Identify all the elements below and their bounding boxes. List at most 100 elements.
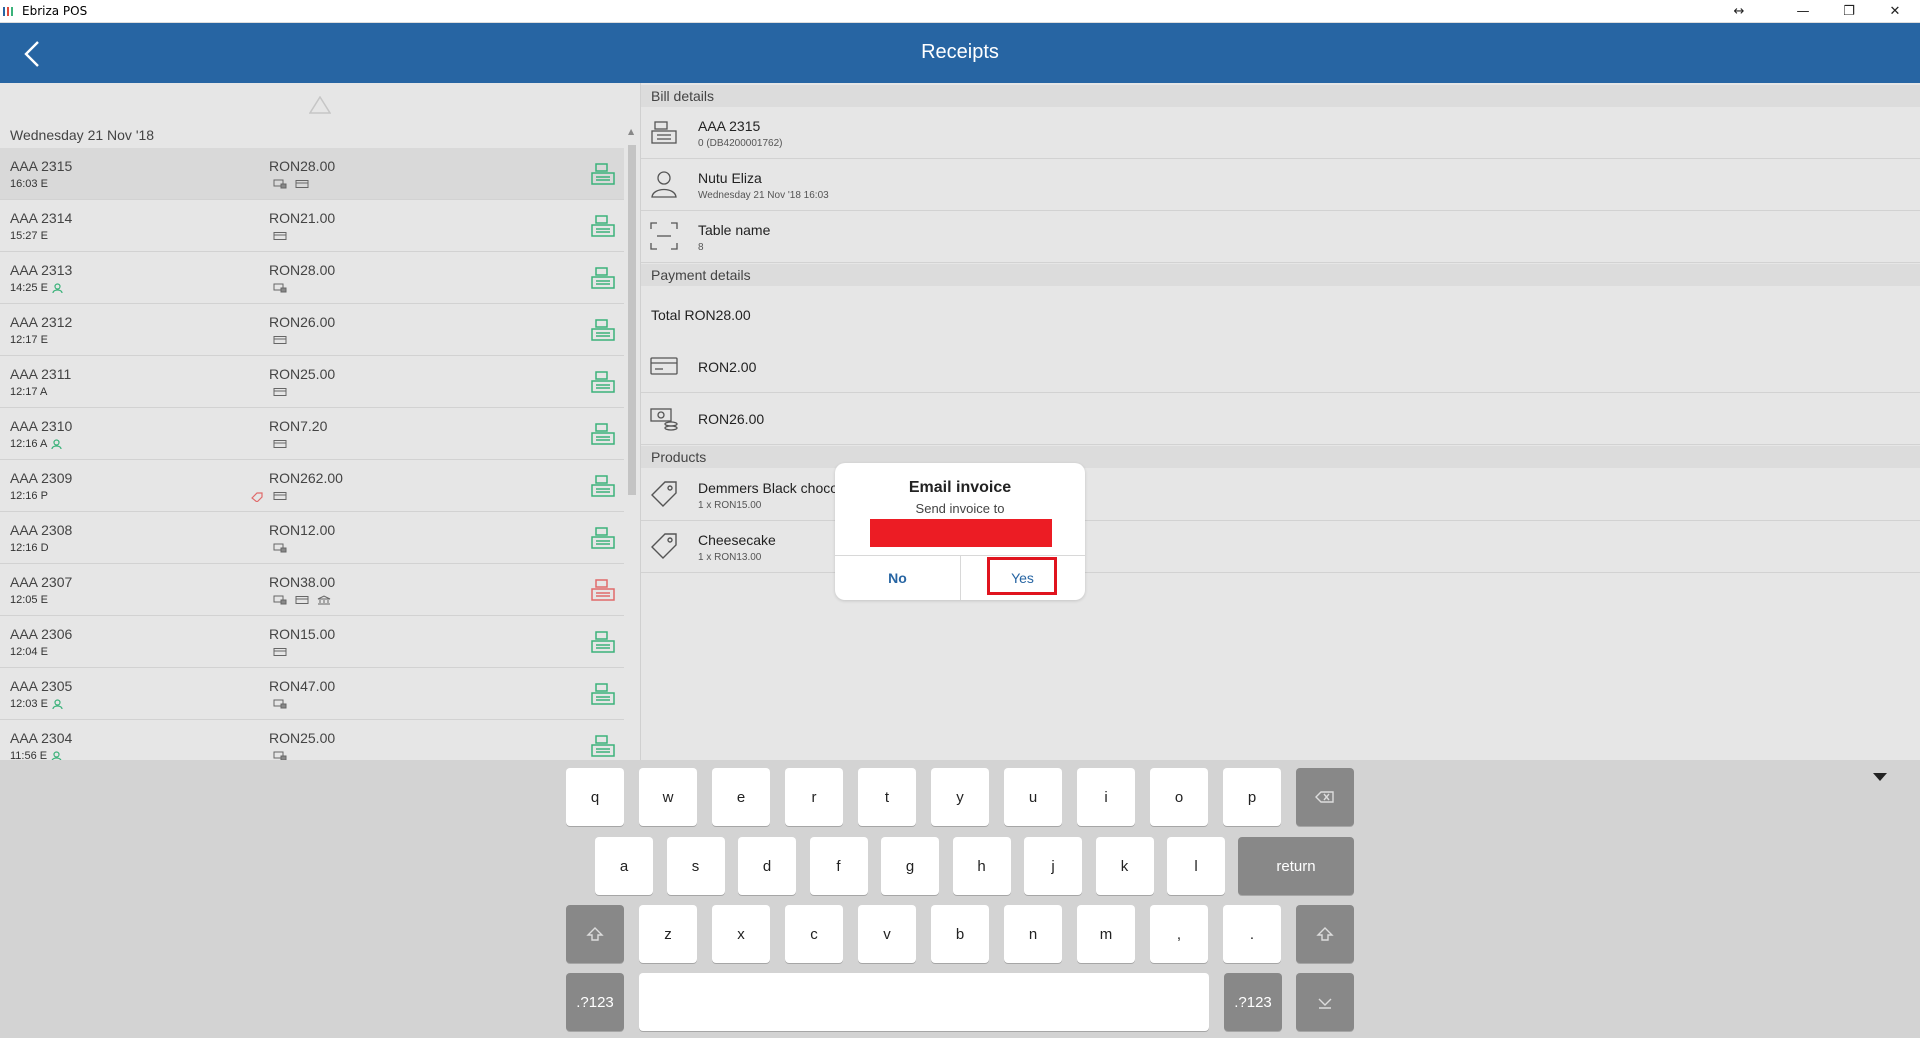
- key-y[interactable]: y: [931, 768, 989, 826]
- key-k[interactable]: k: [1095, 837, 1154, 895]
- receipt-row[interactable]: AAA 2313 14:25 E RON28.00: [0, 252, 624, 304]
- key-r[interactable]: r: [785, 768, 843, 826]
- receipt-time: 12:04 E: [10, 646, 48, 658]
- receipt-row[interactable]: AAA 2312 12:17 E RON26.00: [0, 304, 624, 356]
- key-n[interactable]: n: [1004, 905, 1062, 963]
- app-header: Receipts: [0, 23, 1920, 83]
- restore-button[interactable]: ❐: [1826, 0, 1872, 22]
- dialog-subtitle: Send invoice to: [915, 501, 1005, 516]
- numeric-key-left[interactable]: .?123: [566, 973, 624, 1031]
- key-a[interactable]: a: [595, 837, 653, 895]
- product-row[interactable]: Cheesecake 1 x RON13.00: [641, 521, 1920, 573]
- payment-cash-amount: RON26.00: [698, 411, 765, 427]
- key-e[interactable]: e: [712, 768, 770, 826]
- app-title: Ebriza POS: [22, 4, 88, 18]
- minimize-button[interactable]: —: [1780, 0, 1826, 22]
- receipt-amount: RON262.00: [269, 470, 343, 486]
- receipt-amount: RON25.00: [269, 730, 336, 746]
- key-i[interactable]: i: [1077, 768, 1135, 826]
- hide-keyboard-key[interactable]: [1296, 973, 1354, 1031]
- space-key[interactable]: [639, 973, 1209, 1031]
- cash-register-status-icon: [591, 683, 615, 705]
- key-w[interactable]: w: [639, 768, 697, 826]
- key-m[interactable]: m: [1077, 905, 1135, 963]
- key-x[interactable]: x: [712, 905, 770, 963]
- receipt-row[interactable]: AAA 2305 12:03 E RON47.00: [0, 668, 624, 720]
- receipt-time: 11:56 E: [10, 750, 62, 760]
- receipt-row[interactable]: AAA 2311 12:17 A RON25.00: [0, 356, 624, 408]
- receipt-number: AAA 2309: [10, 470, 73, 486]
- receipt-number: AAA 2307: [10, 574, 73, 590]
- shift-key-left[interactable]: [566, 905, 624, 963]
- product-row[interactable]: Demmers Black chocolate 1 x RON15.00: [641, 469, 1920, 521]
- receipt-row[interactable]: AAA 2304 11:56 E RON25.00: [0, 720, 624, 760]
- page-title: Receipts: [921, 41, 999, 63]
- receipt-number: AAA 2305: [10, 678, 73, 694]
- cash-register-status-icon: [591, 163, 615, 185]
- key-f[interactable]: f: [809, 837, 868, 895]
- list-scrollbar[interactable]: ▲: [624, 123, 640, 760]
- scroll-up-icon[interactable]: [309, 96, 331, 114]
- cash-register-status-icon: [591, 735, 615, 757]
- key-b[interactable]: b: [931, 905, 989, 963]
- receipt-row[interactable]: AAA 2307 12:05 E RON38.00: [0, 564, 624, 616]
- receipt-amount: RON12.00: [269, 522, 336, 538]
- key-g[interactable]: g: [881, 837, 939, 895]
- waiter-icon: [52, 698, 63, 709]
- cash-icon: [273, 179, 287, 189]
- key-comma[interactable]: ,: [1150, 905, 1208, 963]
- receipt-row[interactable]: AAA 2306 12:04 E RON15.00: [0, 616, 624, 668]
- bill-number-row: AAA 2315 0 (DB4200001762): [641, 107, 1920, 159]
- bank-icon: [317, 595, 331, 605]
- key-c[interactable]: c: [785, 905, 843, 963]
- key-l[interactable]: l: [1167, 837, 1225, 895]
- scroll-arrow-up-icon[interactable]: ▲: [628, 127, 634, 136]
- user-icon: [651, 171, 677, 198]
- date-group-label: Wednesday 21 Nov '18: [10, 127, 155, 143]
- return-key[interactable]: return: [1238, 837, 1354, 895]
- payment-method-icons: [273, 699, 287, 709]
- card-icon: [273, 440, 287, 448]
- discount-tag-icon: [251, 492, 263, 502]
- table-name-label: Table name: [698, 222, 771, 238]
- key-d[interactable]: d: [738, 837, 796, 895]
- receipt-time-text: 12:04 E: [10, 646, 48, 658]
- receipt-amount: RON38.00: [269, 574, 336, 590]
- shift-key-right[interactable]: [1296, 905, 1354, 963]
- product-qty: 1 x RON15.00: [698, 500, 762, 511]
- key-h[interactable]: h: [952, 837, 1011, 895]
- backspace-key[interactable]: [1296, 768, 1354, 826]
- product-name: Cheesecake: [698, 532, 776, 548]
- key-v[interactable]: v: [858, 905, 916, 963]
- card-icon: [273, 648, 287, 656]
- resize-icon[interactable]: ↔: [1716, 0, 1762, 22]
- receipt-time-text: 16:03 E: [10, 178, 48, 190]
- receipt-row[interactable]: AAA 2308 12:16 D RON12.00: [0, 512, 624, 564]
- receipt-number: AAA 2306: [10, 626, 73, 642]
- key-t[interactable]: t: [858, 768, 916, 826]
- scrollbar-thumb[interactable]: [628, 145, 636, 495]
- key-s[interactable]: s: [666, 837, 725, 895]
- key-z[interactable]: z: [639, 905, 697, 963]
- cash-icon: [273, 751, 287, 760]
- app-logo-icon: [3, 7, 17, 16]
- key-p[interactable]: p: [1223, 768, 1281, 826]
- receipt-row[interactable]: AAA 2310 12:16 A RON7.20: [0, 408, 624, 460]
- receipt-row[interactable]: AAA 2314 15:27 E RON21.00: [0, 200, 624, 252]
- key-q[interactable]: q: [566, 768, 624, 826]
- no-button[interactable]: No: [835, 556, 960, 600]
- cash-register-status-icon: [591, 579, 615, 601]
- key-period[interactable]: .: [1223, 905, 1281, 963]
- cash-register-status-icon: [591, 631, 615, 653]
- bill-number: AAA 2315: [698, 118, 761, 134]
- numeric-key-right[interactable]: .?123: [1224, 973, 1282, 1031]
- key-j[interactable]: j: [1024, 837, 1082, 895]
- receipt-row[interactable]: AAA 2309 12:16 P RON262.00: [0, 460, 624, 512]
- keyboard-hide-icon[interactable]: [1872, 772, 1888, 782]
- close-button[interactable]: ✕: [1872, 0, 1918, 22]
- card-icon: [295, 596, 309, 604]
- receipt-row[interactable]: AAA 2315 16:03 E RON28.00: [0, 148, 624, 200]
- receipt-time-text: 12:16 A: [10, 438, 48, 450]
- key-o[interactable]: o: [1150, 768, 1208, 826]
- key-u[interactable]: u: [1004, 768, 1062, 826]
